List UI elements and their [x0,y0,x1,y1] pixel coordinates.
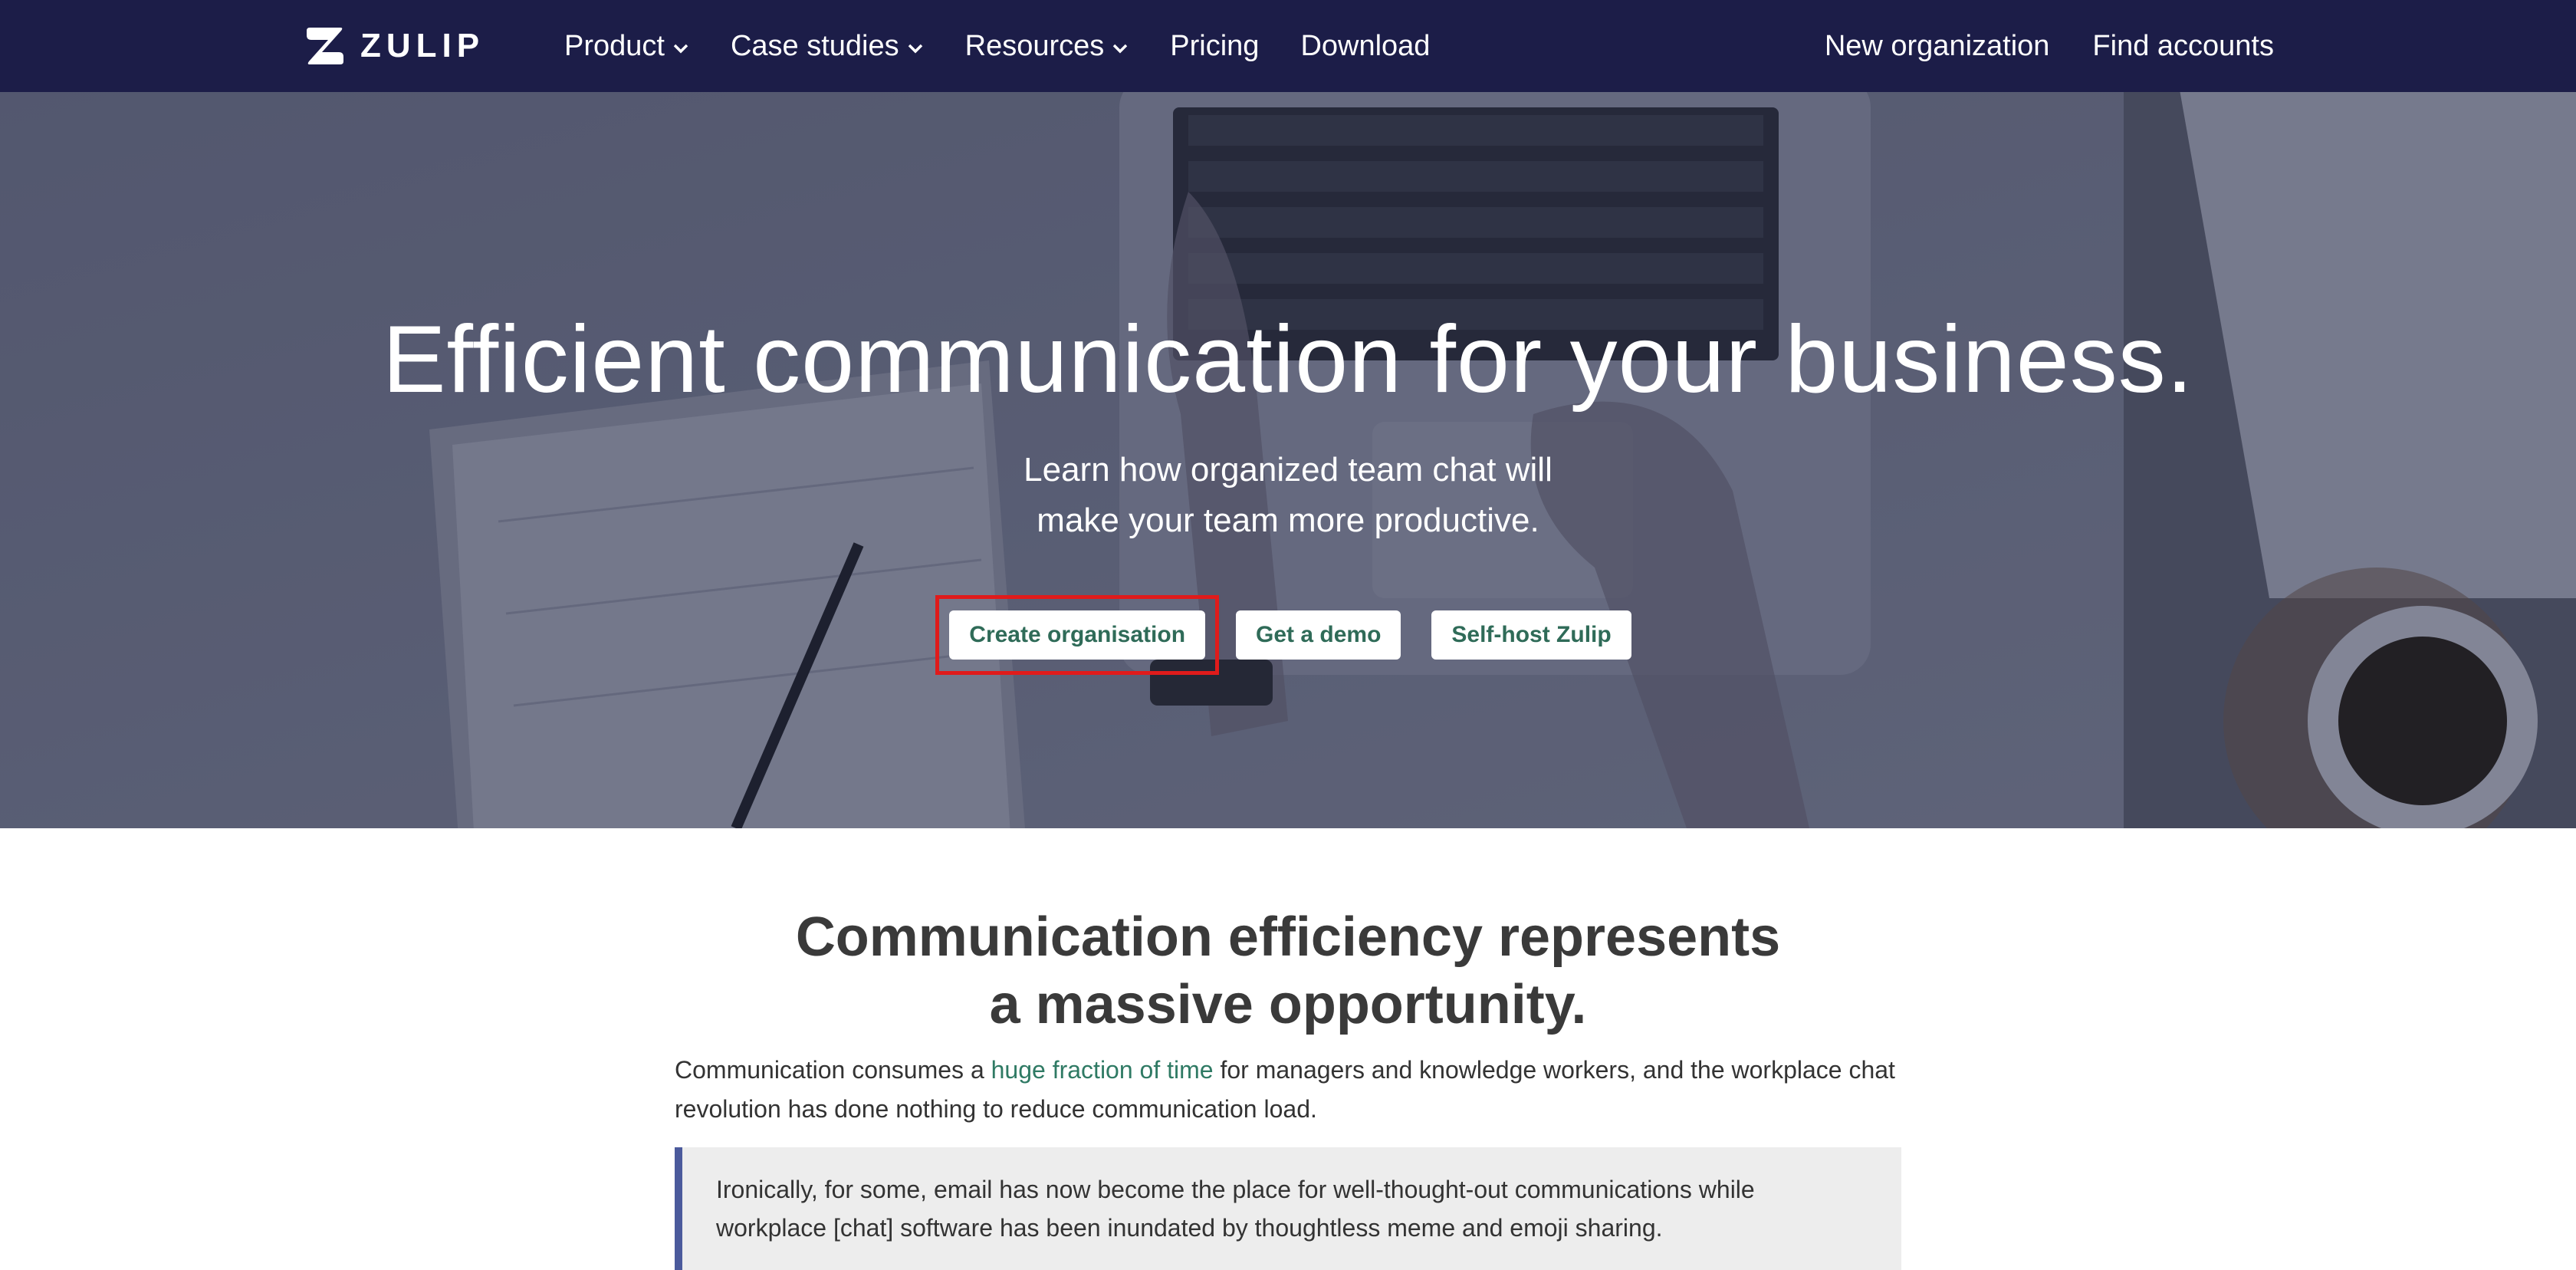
section-title-line-1: Communication efficiency represents [795,906,1781,968]
chevron-down-icon [673,44,688,54]
account-nav: New organization Find accounts [1825,0,2274,92]
create-organisation-button[interactable]: Create organisation [949,610,1206,660]
nav-product-label: Product [564,29,665,62]
chevron-down-icon [1113,44,1128,54]
primary-nav: Product Case studies Resources Pricing D… [564,0,1430,92]
nav-find-accounts[interactable]: Find accounts [2092,30,2274,63]
efficiency-section: Communication efficiency represents a ma… [0,828,2576,1270]
intro-paragraph: Communication consumes a huge fraction o… [675,1051,1904,1129]
self-host-zulip-button[interactable]: Self-host Zulip [1431,610,1631,660]
nav-product[interactable]: Product [564,30,689,63]
nav-resources[interactable]: Resources [965,30,1129,63]
hero-subtitle: Learn how organized team chat will make … [905,445,1671,546]
nav-case-studies-label: Case studies [730,29,899,62]
create-organisation-wrapper: Create organisation [935,595,1220,675]
quote-block: Ironically, for some, email has now beco… [675,1147,1901,1270]
get-a-demo-button[interactable]: Get a demo [1236,610,1401,660]
nav-new-organization[interactable]: New organization [1825,30,2050,63]
top-navbar: ZULIP Product Case studies Resources Pri… [0,0,2576,92]
zulip-logo-link[interactable]: ZULIP [305,23,485,69]
hero-subtitle-line-1: Learn how organized team chat will [1024,451,1552,489]
intro-text-before: Communication consumes a [675,1056,991,1084]
section-title-line-2: a massive opportunity. [989,974,1587,1035]
section-title: Communication efficiency represents a ma… [0,903,2576,1038]
nav-download[interactable]: Download [1300,30,1430,63]
hero-subtitle-line-2: make your team more productive. [1037,502,1539,539]
chevron-down-icon [908,44,922,54]
hero-title: Efficient communication for your busines… [382,307,2194,413]
nav-case-studies[interactable]: Case studies [731,30,924,63]
huge-fraction-of-time-link[interactable]: huge fraction of time [991,1056,1214,1084]
hero-button-row: Create organisation Get a demo Self-host… [0,595,2576,675]
nav-pricing[interactable]: Pricing [1170,30,1259,63]
zulip-logo-icon [307,28,343,64]
brand-wordmark: ZULIP [360,27,485,64]
nav-resources-label: Resources [964,29,1105,62]
hero-section: Efficient communication for your busines… [0,92,2576,828]
